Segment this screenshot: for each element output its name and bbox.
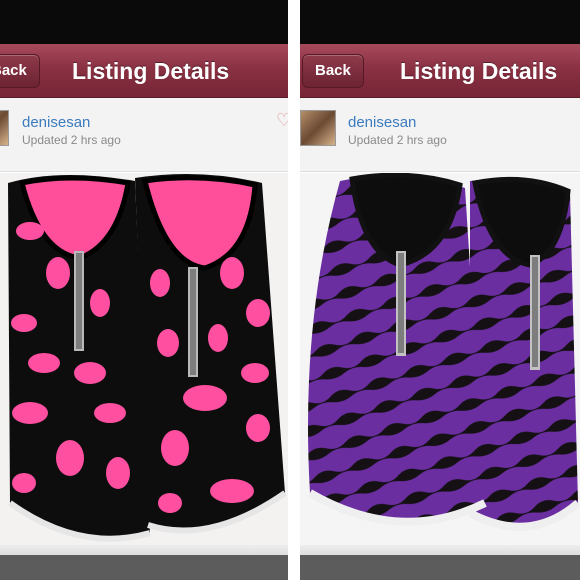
- listing-footer: [0, 545, 288, 580]
- price-bar: [300, 555, 580, 580]
- seller-bar: denisesan Updated 2 hrs ago ♡: [0, 98, 288, 172]
- avatar[interactable]: [0, 110, 9, 146]
- updated-timestamp: Updated 2 hrs ago: [22, 133, 121, 147]
- listing-panel-left: Back Listing Details denisesan Updated 2…: [0, 0, 288, 580]
- updated-timestamp: Updated 2 hrs ago: [348, 133, 447, 147]
- seller-bar: denisesan Updated 2 hrs ago: [300, 98, 580, 172]
- status-bar: [300, 0, 580, 44]
- nav-bar: Back Listing Details: [300, 44, 580, 98]
- heart-icon[interactable]: ♡: [276, 111, 288, 129]
- avatar[interactable]: [300, 110, 336, 146]
- page-title: Listing Details: [72, 58, 230, 84]
- status-bar: [0, 0, 288, 44]
- collage-divider: [288, 0, 300, 580]
- price-bar: [0, 555, 288, 580]
- back-button[interactable]: Back: [0, 54, 40, 88]
- back-button[interactable]: Back: [302, 54, 364, 88]
- nav-bar: Back Listing Details: [0, 44, 288, 98]
- page-title: Listing Details: [400, 58, 558, 84]
- screenshot-collage: Back Listing Details denisesan Updated 2…: [0, 0, 580, 580]
- listing-panel-right: Back Listing Details denisesan Updated 2…: [300, 0, 580, 580]
- seller-username-link[interactable]: denisesan: [348, 114, 416, 131]
- listing-photo[interactable]: [300, 172, 580, 545]
- zebra-print-shoes-image: [300, 172, 580, 545]
- listing-footer: [300, 545, 580, 580]
- seller-username-link[interactable]: denisesan: [22, 114, 90, 131]
- listing-photo[interactable]: [0, 173, 288, 545]
- lip-print-shoes-image: [0, 173, 288, 545]
